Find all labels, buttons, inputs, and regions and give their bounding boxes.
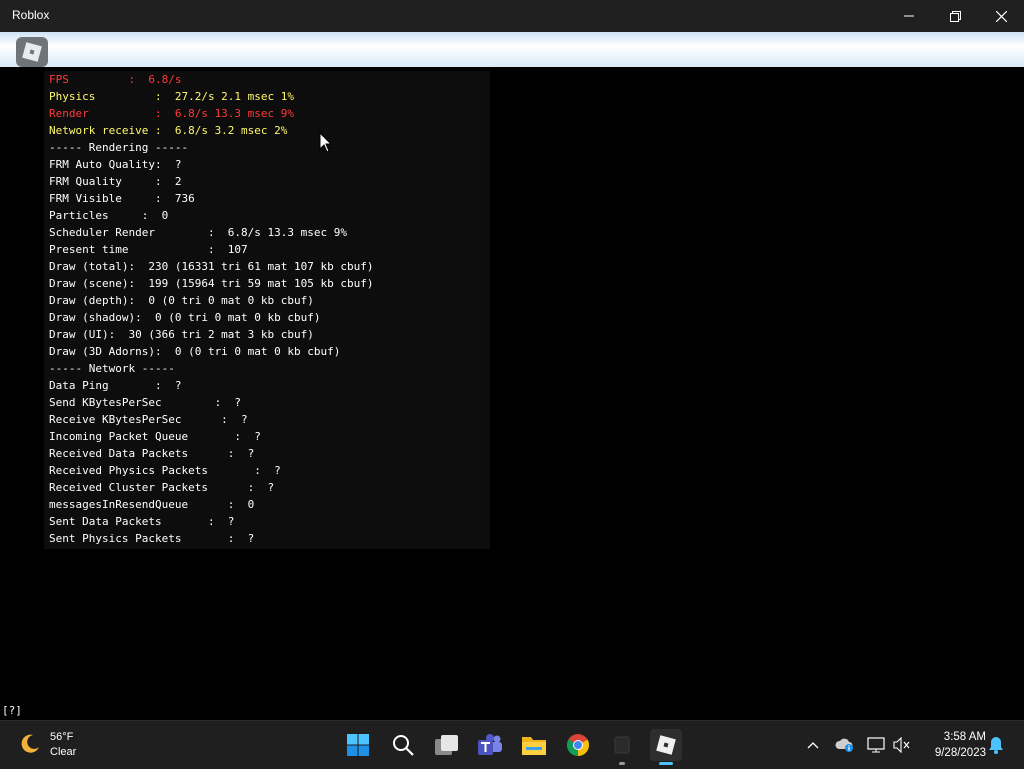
teams-icon (478, 734, 502, 755)
stat-line: messagesInResendQueue : 0 (49, 498, 255, 511)
stat-line: FPS : 6.8/s (49, 73, 182, 86)
stat-line: Received Physics Packets : ? (49, 464, 281, 477)
onedrive-tray-button[interactable] (835, 735, 855, 755)
task-view-button[interactable] (431, 729, 463, 761)
roblox-icon (656, 735, 676, 755)
close-button[interactable] (978, 0, 1024, 32)
chrome-button[interactable] (562, 729, 594, 761)
stat-line: Draw (shadow): 0 (0 tri 0 mat 0 kb cbuf) (49, 311, 321, 324)
stat-line: Incoming Packet Queue : ? (49, 430, 261, 443)
taskbar: 56°F Clear 3:58 AM 9/28/2023 (0, 720, 1024, 769)
search-button[interactable] (387, 729, 419, 761)
stat-line: Physics : 27.2/s 2.1 msec 1% (49, 90, 295, 103)
running-indicator (619, 762, 625, 765)
roblox-logo-icon (22, 42, 42, 62)
network-icon (867, 737, 885, 753)
stat-line: Draw (scene): 199 (15964 tri 59 mat 105 … (49, 277, 374, 290)
roblox-taskbar-button[interactable] (650, 729, 682, 765)
stat-line: Draw (UI): 30 (366 tri 2 mat 3 kb cbuf) (49, 328, 314, 341)
taskbar-clock[interactable]: 3:58 AM 9/28/2023 (918, 729, 986, 761)
mouse-cursor-icon (319, 132, 333, 153)
stat-line: Draw (total): 230 (16331 tri 61 mat 107 … (49, 260, 374, 273)
clock-date: 9/28/2023 (934, 747, 986, 759)
chrome-icon (567, 734, 589, 756)
roblox-menu-button[interactable] (16, 37, 48, 67)
network-tray-button[interactable] (866, 735, 886, 755)
stat-line: Network receive : 6.8/s 3.2 msec 2% (49, 124, 288, 137)
teams-button[interactable] (474, 729, 506, 761)
app-button[interactable] (606, 729, 638, 765)
notifications-button[interactable] (986, 735, 1006, 755)
show-hidden-icons-button[interactable] (803, 735, 823, 755)
minimize-button[interactable] (886, 0, 932, 32)
stat-line: FRM Quality : 2 (49, 175, 182, 188)
search-icon (393, 735, 414, 756)
stat-line: Render : 6.8/s 13.3 msec 9% (49, 107, 295, 120)
stat-line: ----- Rendering ----- (49, 141, 189, 154)
active-indicator (659, 762, 673, 765)
file-explorer-icon (522, 737, 546, 755)
window-title: Roblox (12, 8, 50, 22)
chevron-up-icon (807, 742, 819, 749)
file-explorer-button[interactable] (518, 729, 550, 761)
stat-line: Sent Data Packets : ? (49, 515, 235, 528)
restore-icon (949, 10, 961, 22)
stat-line: Present time : 107 (49, 243, 248, 256)
performance-stats-panel: FPS : 6.8/s Physics : 27.2/s 2.1 msec 1% R… (44, 71, 490, 549)
weather-condition: Clear (50, 746, 77, 758)
stat-line: Particles : 0 (49, 209, 169, 222)
stat-line: Scheduler Render : 6.8/s 13.3 msec 9% (49, 226, 348, 239)
help-indicator: [?] (2, 704, 22, 717)
windows-start-icon (347, 734, 369, 756)
restore-button[interactable] (932, 0, 978, 32)
stat-line: Data Ping : ? (49, 379, 182, 392)
stat-line: Receive KBytesPerSec : ? (49, 413, 248, 426)
stat-line: Send KBytesPerSec : ? (49, 396, 242, 409)
bell-icon (989, 737, 1003, 754)
stat-line: Received Data Packets : ? (49, 447, 255, 460)
stat-line: Received Cluster Packets : ? (49, 481, 275, 494)
stat-line: Sent Physics Packets : ? (49, 532, 255, 545)
stat-line: ----- Network ----- (49, 362, 175, 375)
roblox-topbar (0, 32, 1024, 67)
cloud-info-icon (835, 738, 853, 752)
clock-time: 3:58 AM (943, 731, 986, 743)
weather-temperature: 56°F (50, 731, 74, 743)
stat-line: FRM Auto Quality: ? (49, 158, 182, 171)
title-bar: Roblox (0, 0, 1024, 32)
stat-line: Draw (depth): 0 (0 tri 0 mat 0 kb cbuf) (49, 294, 314, 307)
volume-muted-icon (893, 737, 910, 753)
stat-line: FRM Visible : 736 (49, 192, 195, 205)
moon-icon (21, 734, 39, 753)
volume-tray-button[interactable] (892, 735, 912, 755)
app-icon (614, 736, 630, 754)
stat-line: Draw (3D Adorns): 0 (0 tri 0 mat 0 kb cb… (49, 345, 341, 358)
minimize-icon (904, 15, 914, 17)
task-view-icon (435, 735, 458, 755)
close-icon (995, 10, 1007, 22)
start-button[interactable] (342, 729, 374, 761)
